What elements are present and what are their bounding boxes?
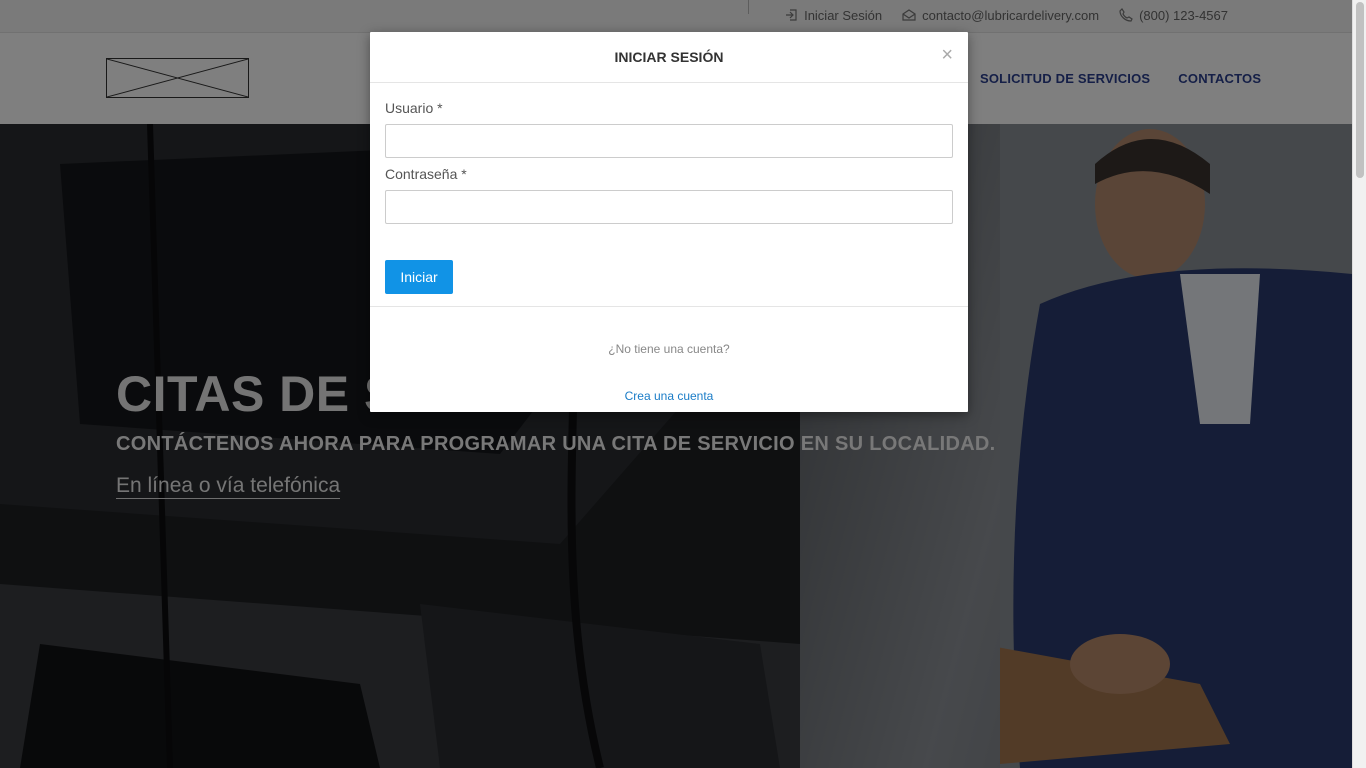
login-submit-button[interactable]: Iniciar xyxy=(385,260,453,294)
username-input[interactable] xyxy=(385,124,953,158)
password-input[interactable] xyxy=(385,190,953,224)
modal-header: INICIAR SESIÓN × xyxy=(370,32,968,83)
username-label: Usuario * xyxy=(385,100,443,116)
login-modal: INICIAR SESIÓN × Usuario * Contraseña * … xyxy=(370,32,968,412)
modal-footer: ¿No tiene una cuenta? Crea una cuenta xyxy=(370,306,968,412)
modal-title: INICIAR SESIÓN xyxy=(614,49,724,65)
password-label: Contraseña * xyxy=(385,166,467,182)
create-account-link[interactable]: Crea una cuenta xyxy=(370,389,968,403)
scrollbar-thumb[interactable] xyxy=(1356,2,1364,178)
close-icon[interactable]: × xyxy=(941,45,953,65)
modal-body: Usuario * Contraseña * Iniciar xyxy=(370,83,968,294)
password-group: Contraseña * xyxy=(385,166,953,224)
no-account-text: ¿No tiene una cuenta? xyxy=(608,342,730,356)
username-group: Usuario * xyxy=(385,100,953,158)
page-scrollbar[interactable] xyxy=(1352,0,1366,768)
